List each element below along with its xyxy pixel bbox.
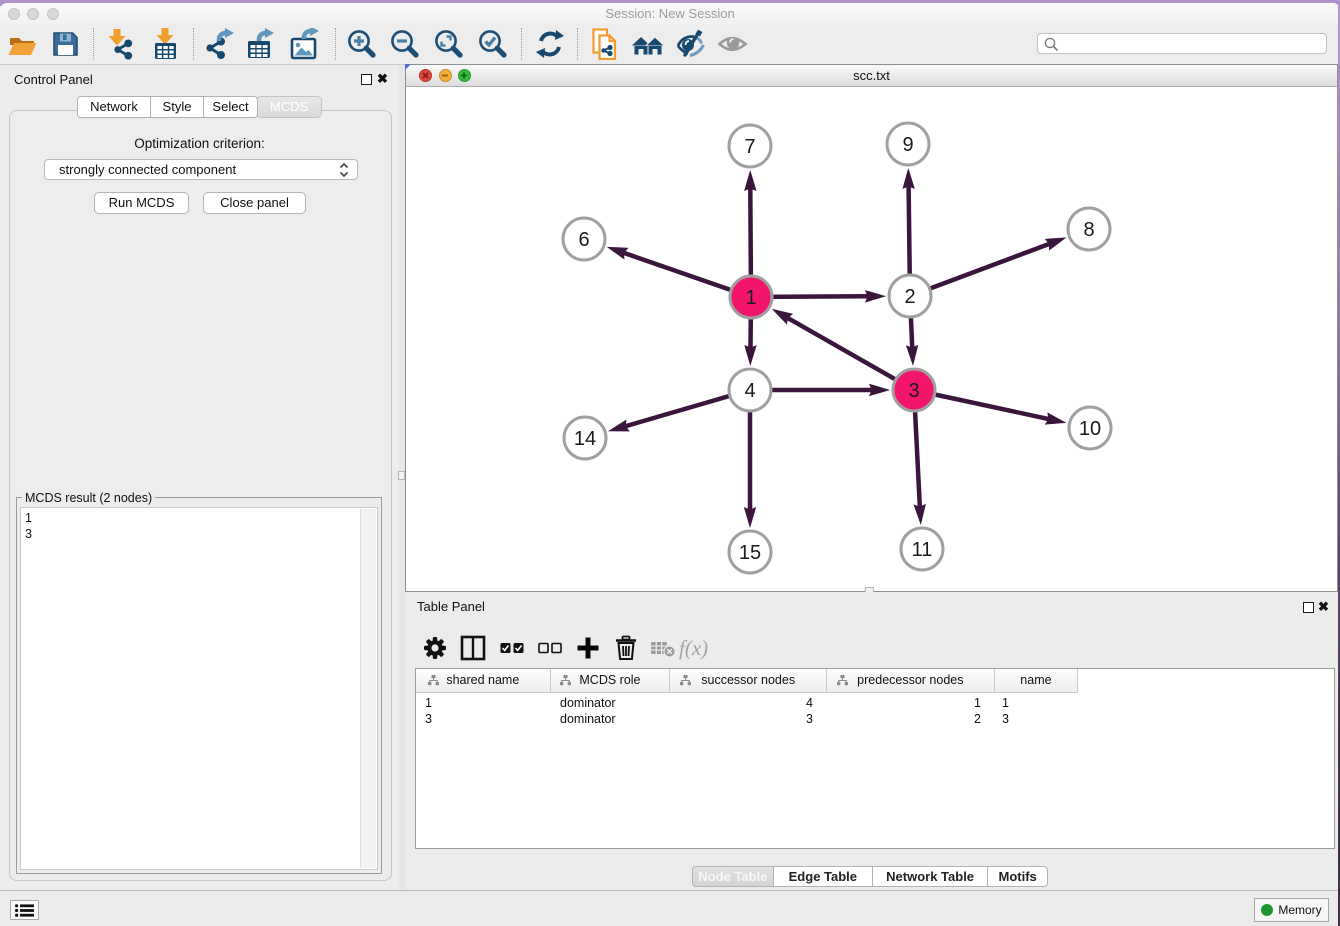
svg-text:11: 11 — [912, 539, 933, 561]
svg-text:1: 1 — [745, 287, 756, 309]
svg-text:6: 6 — [578, 229, 589, 251]
svg-text:8: 8 — [1083, 219, 1094, 241]
svg-text:9: 9 — [902, 134, 913, 156]
svg-text:2: 2 — [904, 286, 915, 308]
svg-text:3: 3 — [908, 380, 919, 402]
svg-text:15: 15 — [739, 542, 761, 564]
svg-text:10: 10 — [1079, 418, 1101, 440]
svg-text:7: 7 — [744, 136, 755, 158]
svg-text:4: 4 — [744, 380, 755, 402]
svg-text:14: 14 — [574, 428, 596, 450]
